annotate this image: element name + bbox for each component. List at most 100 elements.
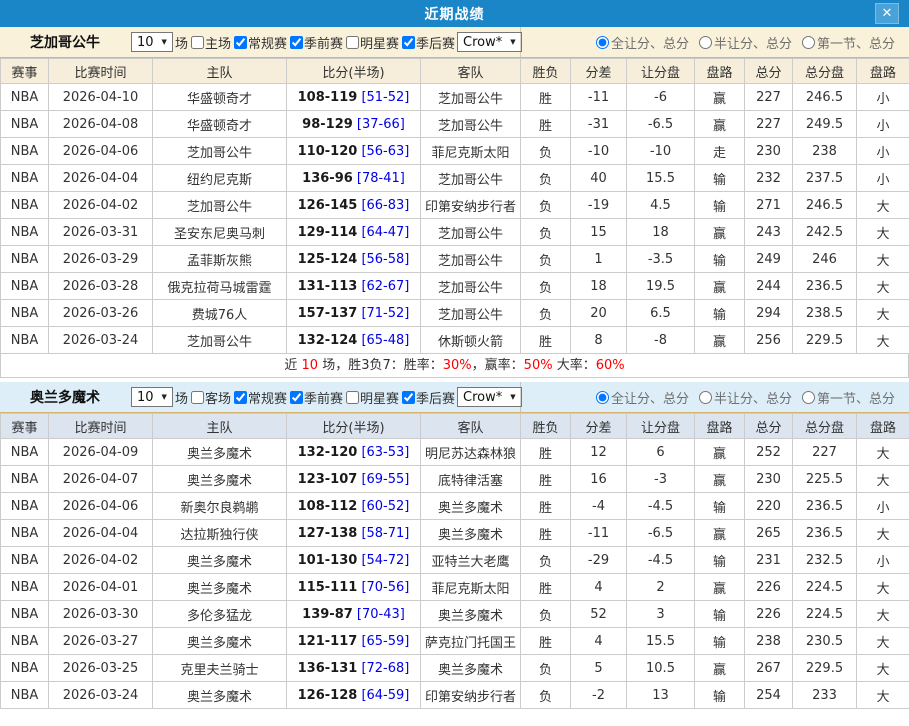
handicap-result-cell: 输 (695, 192, 745, 219)
handicap-line-cell: 19.5 (627, 273, 695, 300)
league-cell: NBA (1, 165, 49, 192)
total-line-cell: 225.5 (793, 466, 857, 493)
half-time-score: [78-41] (357, 171, 405, 186)
summary-segment: 10 (302, 358, 319, 373)
column-header: 分差 (571, 59, 627, 84)
win-loss-cell: 胜 (521, 84, 571, 111)
games-count-select[interactable]: 10▼ (131, 32, 173, 52)
home-team-cell: 芝加哥公牛 (153, 138, 287, 165)
filter-checkbox-1[interactable] (234, 391, 247, 404)
total-line-cell: 224.5 (793, 601, 857, 628)
date-cell: 2026-04-04 (49, 520, 153, 547)
odds-source-select[interactable]: Crow*▼ (457, 32, 522, 52)
half-time-score: [72-68] (361, 661, 409, 676)
half-time-score: [51-52] (361, 90, 409, 105)
score-cell: 101-130 [54-72] (287, 547, 421, 574)
total-points-cell: 220 (745, 493, 793, 520)
total-points-cell: 230 (745, 466, 793, 493)
away-team-cell: 奥兰多魔术 (421, 493, 521, 520)
handicap-line-cell: -10 (627, 138, 695, 165)
score-cell: 110-120 [56-63] (287, 138, 421, 165)
over-under-cell: 大 (857, 682, 909, 709)
filter-checkbox-label: 季前赛 (304, 33, 343, 52)
half-time-score: [56-58] (361, 252, 409, 267)
away-team-cell: 明尼苏达森林狼 (421, 439, 521, 466)
handicap-result-cell: 输 (695, 493, 745, 520)
odds-source-select[interactable]: Crow*▼ (457, 387, 522, 407)
over-under-cell: 大 (857, 628, 909, 655)
filter-checkbox-0[interactable] (191, 36, 204, 49)
score-cell: 115-111 [70-56] (287, 574, 421, 601)
handicap-result-cell: 输 (695, 547, 745, 574)
scope-radio-group: 全让分、总分半让分、总分第一节、总分 (586, 33, 895, 52)
column-header: 客队 (421, 414, 521, 439)
total-line-cell: 246.5 (793, 192, 857, 219)
select-value: 10 (137, 390, 154, 405)
scope-radio-2[interactable] (802, 36, 815, 49)
total-points-cell: 226 (745, 574, 793, 601)
total-points-cell: 294 (745, 300, 793, 327)
date-cell: 2026-04-10 (49, 84, 153, 111)
handicap-result-cell: 赢 (695, 439, 745, 466)
handicap-result-cell: 赢 (695, 520, 745, 547)
half-time-score: [62-67] (361, 279, 409, 294)
handicap-result-cell: 赢 (695, 466, 745, 493)
home-team-cell: 奥兰多魔术 (153, 628, 287, 655)
final-score: 129-114 (298, 225, 358, 240)
filter-checkbox-3[interactable] (346, 36, 359, 49)
total-line-cell: 224.5 (793, 574, 857, 601)
scope-radio-0[interactable] (596, 36, 609, 49)
dropdown-arrow-icon: ▼ (510, 38, 515, 46)
total-points-cell: 232 (745, 165, 793, 192)
scope-radio-2[interactable] (802, 391, 815, 404)
total-line-cell: 238.5 (793, 300, 857, 327)
filter-checkbox-2[interactable] (290, 391, 303, 404)
game-row: NBA2026-04-09奥兰多魔术132-120 [63-53]明尼苏达森林狼… (1, 439, 909, 466)
close-button[interactable]: ✕ (875, 3, 899, 24)
point-diff-cell: 4 (571, 574, 627, 601)
half-time-score: [37-66] (357, 117, 405, 132)
date-cell: 2026-03-25 (49, 655, 153, 682)
game-row: NBA2026-03-24芝加哥公牛132-124 [65-48]休斯顿火箭胜8… (1, 327, 909, 354)
home-team-cell: 孟菲斯灰熊 (153, 246, 287, 273)
filter-checkbox-4[interactable] (402, 391, 415, 404)
filter-checkbox-0[interactable] (191, 391, 204, 404)
summary-segment: ，赢率： (472, 358, 524, 373)
date-cell: 2026-04-01 (49, 574, 153, 601)
filter-checkbox-1[interactable] (234, 36, 247, 49)
league-cell: NBA (1, 547, 49, 574)
win-loss-cell: 负 (521, 246, 571, 273)
league-cell: NBA (1, 655, 49, 682)
filter-checkbox-3[interactable] (346, 391, 359, 404)
total-line-cell: 227 (793, 439, 857, 466)
game-row: NBA2026-03-25克里夫兰骑士136-131 [72-68]奥兰多魔术负… (1, 655, 909, 682)
win-loss-cell: 负 (521, 165, 571, 192)
final-score: 126-145 (298, 198, 358, 213)
scope-radio-1[interactable] (699, 36, 712, 49)
filter-checkbox-2[interactable] (290, 36, 303, 49)
half-time-score: [66-83] (361, 198, 409, 213)
filter-checkbox-label: 明星赛 (360, 388, 399, 407)
scope-radio-0[interactable] (596, 391, 609, 404)
filter-checkbox-label: 常规赛 (248, 33, 287, 52)
total-points-cell: 256 (745, 327, 793, 354)
handicap-line-cell: -4.5 (627, 493, 695, 520)
date-cell: 2026-04-09 (49, 439, 153, 466)
score-cell: 129-114 [64-47] (287, 219, 421, 246)
date-cell: 2026-04-04 (49, 165, 153, 192)
total-line-cell: 229.5 (793, 327, 857, 354)
filter-checkbox-4[interactable] (402, 36, 415, 49)
win-loss-cell: 负 (521, 273, 571, 300)
final-score: 132-124 (298, 333, 358, 348)
column-header: 胜负 (521, 59, 571, 84)
games-count-select[interactable]: 10▼ (131, 387, 173, 407)
handicap-line-cell: 15.5 (627, 165, 695, 192)
column-header: 比赛时间 (49, 59, 153, 84)
handicap-result-cell: 赢 (695, 327, 745, 354)
league-cell: NBA (1, 273, 49, 300)
column-header: 比分(半场) (287, 414, 421, 439)
handicap-result-cell: 输 (695, 300, 745, 327)
league-cell: NBA (1, 628, 49, 655)
scope-radio-1[interactable] (699, 391, 712, 404)
game-row: NBA2026-04-07奥兰多魔术123-107 [69-55]底特律活塞胜1… (1, 466, 909, 493)
